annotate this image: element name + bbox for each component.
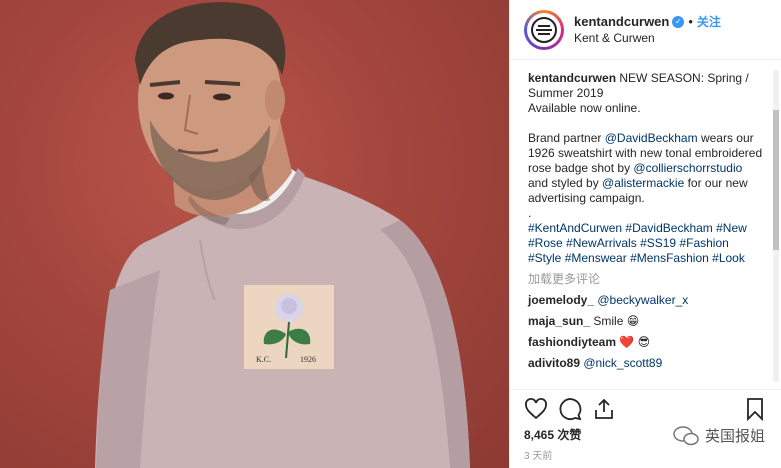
caption-username[interactable]: kentandcurwen xyxy=(528,71,616,85)
hashtag-link[interactable]: #Rose xyxy=(528,236,563,250)
comment-item: fashiondiyteam ❤️ 😎 xyxy=(528,335,771,350)
mention-collierschorrstudio[interactable]: @collierschorrstudio xyxy=(633,161,742,175)
comment-item: adivito89 @nick_scott89 xyxy=(528,356,771,371)
follow-button[interactable]: 关注 xyxy=(697,14,721,30)
heart-icon[interactable] xyxy=(524,397,548,421)
photo-illustration: K.C. 1926 xyxy=(95,2,470,468)
bookmark-icon[interactable] xyxy=(743,397,767,421)
comment-item: maja_sun_ Smile 😁 xyxy=(528,314,771,329)
share-icon[interactable] xyxy=(592,397,616,421)
post-photo[interactable]: K.C. 1926 xyxy=(0,0,509,468)
load-more-comments-button[interactable]: 加载更多评论 xyxy=(528,272,771,287)
comment-username[interactable]: joemelody_ xyxy=(528,293,594,307)
mention-davidbeckham[interactable]: @DavidBeckham xyxy=(605,131,698,145)
hashtag-link[interactable]: #NewArrivals xyxy=(566,236,637,250)
hashtag-link[interactable]: #KentAndCurwen xyxy=(528,221,622,235)
mention-alistermackie[interactable]: @alistermackie xyxy=(602,176,684,190)
comment-text[interactable]: @nick_scott89 xyxy=(583,356,662,370)
hashtag-link[interactable]: #MensFashion xyxy=(630,251,709,265)
hashtag-link[interactable]: #Menswear xyxy=(565,251,627,265)
comment-username[interactable]: maja_sun_ xyxy=(528,314,590,328)
caption-line2: Available now online. xyxy=(528,101,641,115)
hashtag-link[interactable]: #New xyxy=(716,221,747,235)
verified-badge-icon: ✓ xyxy=(672,15,685,28)
comment-username[interactable]: fashiondiyteam xyxy=(528,335,616,349)
post-caption: kentandcurwen NEW SEASON: Spring / Summe… xyxy=(528,71,771,266)
username-link[interactable]: kentandcurwen xyxy=(574,14,669,30)
hashtag-list: #KentAndCurwen #DavidBeckham #New #Rose … xyxy=(528,221,747,265)
comment-text: ❤️ 😎 xyxy=(619,335,651,349)
watermark: 英国报姐 xyxy=(673,425,765,446)
post-header: kentandcurwen ✓ • 关注 Kent & Curwen xyxy=(510,0,781,60)
caption-p2-a: Brand partner xyxy=(528,131,605,145)
brand-logo-icon xyxy=(531,16,557,43)
post-timestamp[interactable]: 3 天前 xyxy=(524,447,767,462)
badge-text-left: K.C. xyxy=(256,355,271,364)
hashtag-link[interactable]: #Style xyxy=(528,251,561,265)
caption-p2-c: and styled by xyxy=(528,176,603,190)
caption-dot: . xyxy=(528,206,532,220)
location-label[interactable]: Kent & Curwen xyxy=(574,30,721,46)
badge-text-right: 1926 xyxy=(300,355,316,364)
comment-text[interactable]: @beckywalker_x xyxy=(597,293,688,307)
separator-dot: • xyxy=(688,13,693,29)
comments-area[interactable]: kentandcurwen NEW SEASON: Spring / Summe… xyxy=(510,61,771,389)
comments-scrollbar[interactable] xyxy=(773,70,779,382)
comment-item: joemelody_ @beckywalker_x xyxy=(528,293,771,308)
comment-list: joemelody_ @beckywalker_x maja_sun_ Smile… xyxy=(528,293,771,371)
hashtag-link[interactable]: #Fashion xyxy=(679,236,728,250)
hashtag-link[interactable]: #Look xyxy=(712,251,745,265)
post-side-panel: kentandcurwen ✓ • 关注 Kent & Curwen kenta… xyxy=(509,0,781,468)
comment-text: Smile 😁 xyxy=(593,314,640,328)
wechat-icon xyxy=(673,425,699,445)
watermark-text: 英国报姐 xyxy=(704,428,765,445)
comment-username[interactable]: adivito89 xyxy=(528,356,580,370)
scrollbar-thumb[interactable] xyxy=(773,110,779,250)
hashtag-link[interactable]: #SS19 xyxy=(640,236,676,250)
hashtag-link[interactable]: #DavidBeckham xyxy=(625,221,712,235)
avatar[interactable] xyxy=(524,9,564,50)
comment-icon[interactable] xyxy=(558,397,582,421)
